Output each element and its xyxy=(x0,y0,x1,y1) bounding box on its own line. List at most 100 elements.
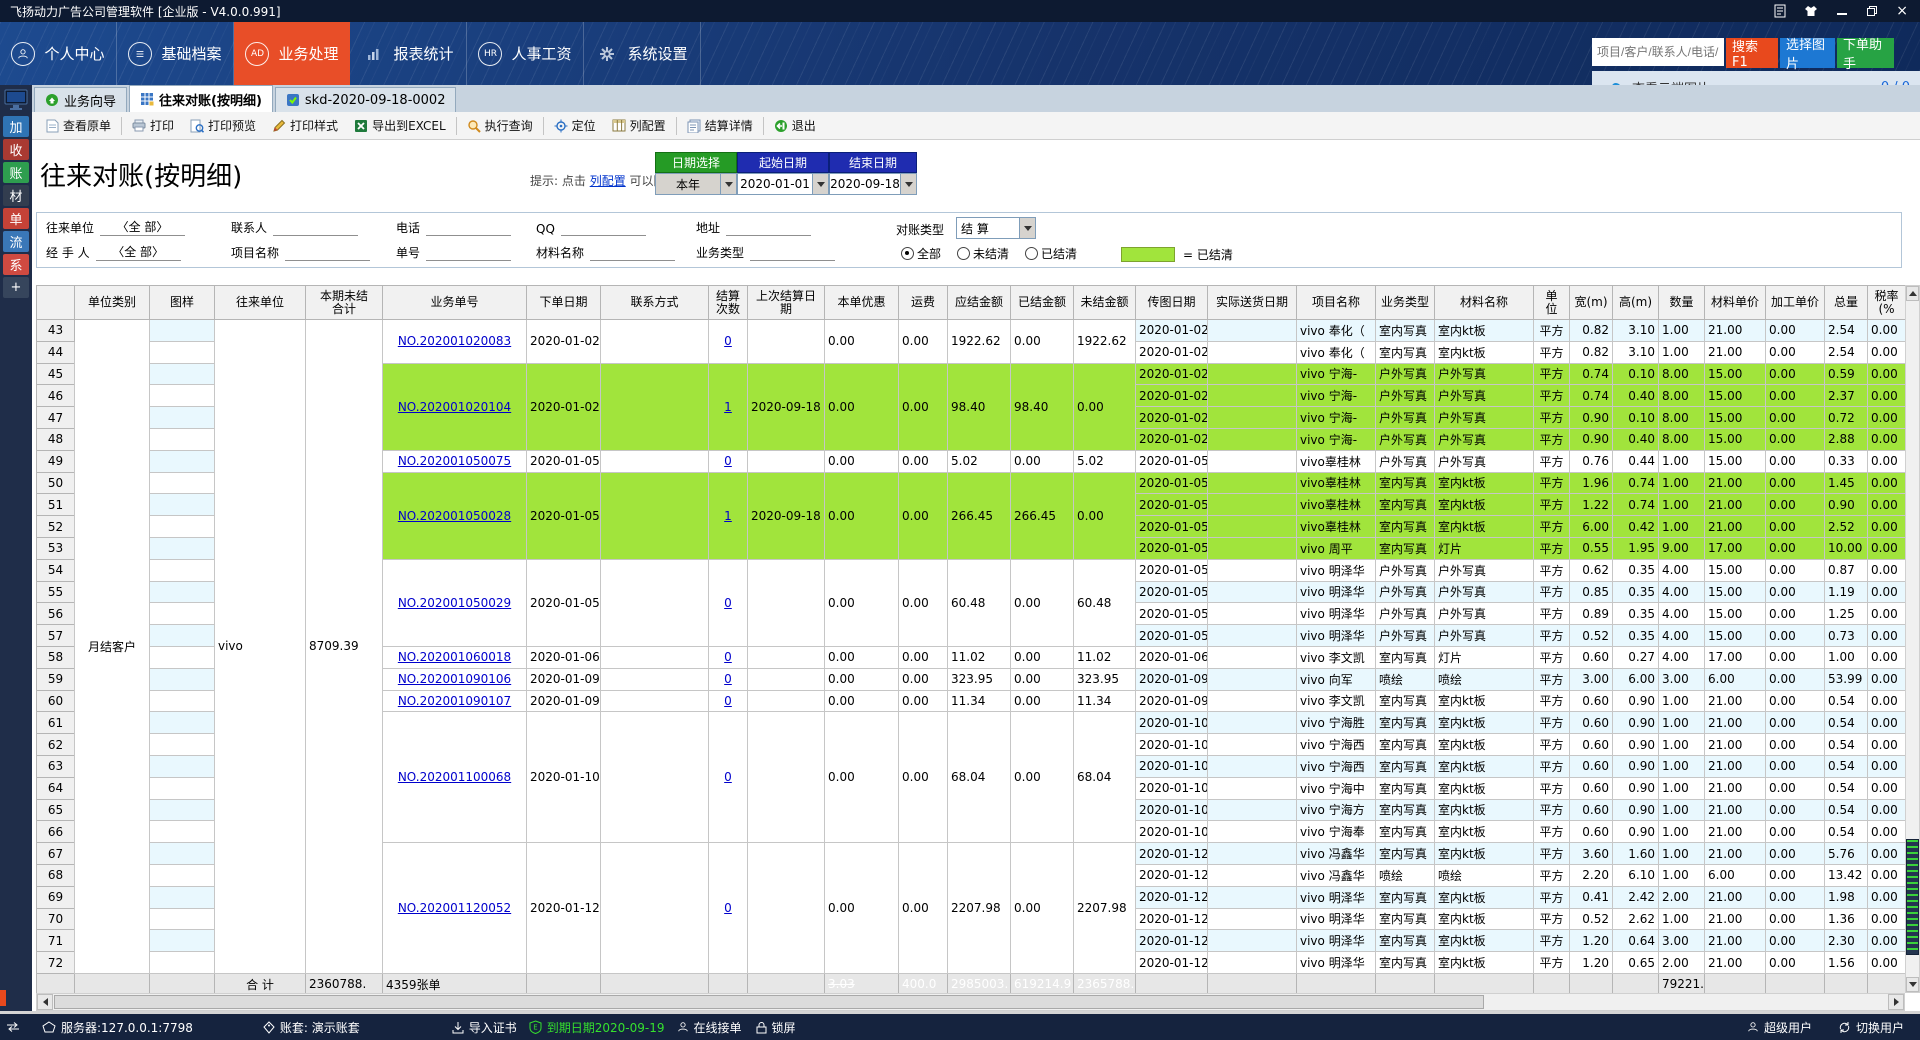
nav-item-personal-center[interactable]: 个人中心 xyxy=(0,22,117,85)
tab-business-wizard[interactable]: 业务向导 xyxy=(34,87,127,112)
import-cert-button[interactable]: 导入证书 xyxy=(452,1019,517,1036)
scroll-up-arrow[interactable] xyxy=(1906,286,1919,301)
order-no-link[interactable]: NO.202001020104 xyxy=(383,363,527,450)
sidebar-shortcut-1[interactable]: 收 xyxy=(3,139,29,160)
print-preview-button[interactable]: 打印预览 xyxy=(182,115,264,137)
address-filter-input[interactable] xyxy=(726,220,811,236)
scroll-down-arrow[interactable] xyxy=(1906,977,1919,992)
settle-times-link[interactable]: 0 xyxy=(709,712,748,843)
settle-times-link[interactable]: 0 xyxy=(709,646,748,668)
column-config-button[interactable]: 列配置 xyxy=(604,115,674,137)
column-header[interactable]: 结算 次数 xyxy=(709,286,748,320)
nav-item-business-processing[interactable]: AD 业务处理 xyxy=(234,22,350,85)
horizontal-scrollbar[interactable] xyxy=(36,993,1905,1011)
super-user-button[interactable]: 超级用户 xyxy=(1747,1019,1812,1036)
radio-all[interactable]: 全部 xyxy=(901,245,941,262)
settle-times-link[interactable]: 0 xyxy=(709,559,748,646)
restore-button[interactable] xyxy=(1866,5,1878,17)
biztype-filter-input[interactable] xyxy=(750,245,835,261)
scroll-left-arrow[interactable] xyxy=(37,994,53,1010)
order-no-link[interactable]: NO.202001050029 xyxy=(383,559,527,646)
settle-times-link[interactable]: 1 xyxy=(709,363,748,450)
tab-reconciliation-detail[interactable]: 往来对账(按明细) xyxy=(129,85,273,112)
sidebar-shortcut-4[interactable]: 单 xyxy=(3,208,29,229)
register-icon[interactable] xyxy=(1774,4,1786,18)
sidebar-shortcut-2[interactable]: 账 xyxy=(3,162,29,183)
exit-button[interactable]: 退出 xyxy=(766,115,824,137)
export-excel-button[interactable]: 导出到EXCEL xyxy=(346,115,454,137)
phone-filter-input[interactable] xyxy=(426,220,511,236)
run-query-button[interactable]: 执行查询 xyxy=(459,115,541,137)
partner-filter-input[interactable]: 〈全 部〉 xyxy=(100,220,185,236)
nav-item-report-statistics[interactable]: 报表统计 xyxy=(350,22,467,85)
material-filter-input[interactable] xyxy=(590,245,675,261)
online-orders-button[interactable]: 在线接单 xyxy=(677,1019,742,1036)
column-header[interactable]: 业务单号 xyxy=(383,286,527,320)
column-header[interactable]: 总量 xyxy=(1825,286,1868,320)
order-no-link[interactable]: NO.202001060018 xyxy=(383,646,527,668)
order-helper-button[interactable]: 下单助手 xyxy=(1837,38,1894,68)
column-header[interactable]: 材料名称 xyxy=(1435,286,1534,320)
monitor-icon[interactable] xyxy=(4,89,28,111)
qq-filter-input[interactable] xyxy=(561,220,646,236)
minimize-button[interactable] xyxy=(1836,5,1848,17)
column-config-link[interactable]: 列配置 xyxy=(590,174,626,188)
handler-filter-input[interactable]: 〈全 部〉 xyxy=(96,245,181,261)
column-header[interactable]: 联系方式 xyxy=(601,286,709,320)
scroll-right-arrow[interactable] xyxy=(1888,994,1904,1010)
lock-screen-button[interactable]: 锁屏 xyxy=(756,1019,796,1036)
column-header[interactable]: 往来单位 xyxy=(215,286,306,320)
print-button[interactable]: 打印 xyxy=(124,115,182,137)
radio-unsettled[interactable]: 未结清 xyxy=(957,245,1009,262)
column-header[interactable]: 材料单价 xyxy=(1705,286,1766,320)
orderno-filter-input[interactable] xyxy=(426,245,511,261)
select-image-button[interactable]: 选择图片 xyxy=(1780,38,1835,68)
column-header[interactable]: 加工单价 xyxy=(1766,286,1825,320)
start-date-select[interactable]: 2020-01-01 xyxy=(737,173,829,195)
settlement-detail-button[interactable]: 结算详情 xyxy=(679,115,761,137)
skin-icon[interactable] xyxy=(1804,5,1818,17)
settle-times-link[interactable]: 1 xyxy=(709,472,748,559)
horizontal-scroll-thumb[interactable] xyxy=(54,995,1484,1009)
order-no-link[interactable]: NO.202001050075 xyxy=(383,450,527,472)
column-header[interactable]: 实际送货日期 xyxy=(1208,286,1297,320)
contact-filter-input[interactable] xyxy=(273,220,358,236)
column-header[interactable]: 本单优惠 xyxy=(825,286,899,320)
view-original-order-button[interactable]: 查看原单 xyxy=(38,115,119,137)
sidebar-shortcut-3[interactable]: 材 xyxy=(3,185,29,206)
order-no-link[interactable]: NO.202001090106 xyxy=(383,668,527,690)
column-header[interactable]: 未结金额 xyxy=(1074,286,1136,320)
end-date-select[interactable]: 2020-09-18 xyxy=(829,173,917,195)
sidebar-shortcut-5[interactable]: 流 xyxy=(3,231,29,252)
switch-user-button[interactable]: 切换用户 xyxy=(1838,1019,1904,1036)
column-header[interactable]: 下单日期 xyxy=(527,286,601,320)
column-header[interactable]: 传图日期 xyxy=(1136,286,1208,320)
column-header[interactable]: 宽(m) xyxy=(1570,286,1613,320)
column-header[interactable]: 数量 xyxy=(1659,286,1705,320)
settle-times-link[interactable]: 0 xyxy=(709,843,748,974)
settle-times-link[interactable]: 0 xyxy=(709,320,748,364)
radio-settled[interactable]: 已结清 xyxy=(1025,245,1077,262)
sync-arrows-icon[interactable] xyxy=(6,1021,20,1033)
column-header[interactable]: 本期未结 合计 xyxy=(306,286,383,320)
settle-times-link[interactable]: 0 xyxy=(709,450,748,472)
account-type-select[interactable]: 结 算 xyxy=(956,217,1036,239)
column-header[interactable]: 单 位 xyxy=(1534,286,1570,320)
close-button[interactable]: × xyxy=(1896,3,1908,19)
order-no-link[interactable]: NO.202001100068 xyxy=(383,712,527,843)
column-header[interactable]: 应结金额 xyxy=(948,286,1011,320)
print-style-button[interactable]: 打印样式 xyxy=(264,115,346,137)
column-header[interactable]: 项目名称 xyxy=(1297,286,1376,320)
search-input[interactable] xyxy=(1592,38,1724,66)
locate-button[interactable]: 定位 xyxy=(546,115,604,137)
column-header[interactable]: 高(m) xyxy=(1613,286,1659,320)
nav-item-base-archives[interactable]: 基础档案 xyxy=(117,22,234,85)
order-no-link[interactable]: NO.202001090107 xyxy=(383,690,527,712)
project-filter-input[interactable] xyxy=(285,245,370,261)
column-header[interactable]: 图样 xyxy=(150,286,215,320)
order-no-link[interactable]: NO.202001020083 xyxy=(383,320,527,364)
column-header[interactable]: 单位类别 xyxy=(75,286,150,320)
order-no-link[interactable]: NO.202001050028 xyxy=(383,472,527,559)
column-header[interactable]: 业务类型 xyxy=(1376,286,1435,320)
vertical-scrollbar[interactable] xyxy=(1905,285,1920,993)
